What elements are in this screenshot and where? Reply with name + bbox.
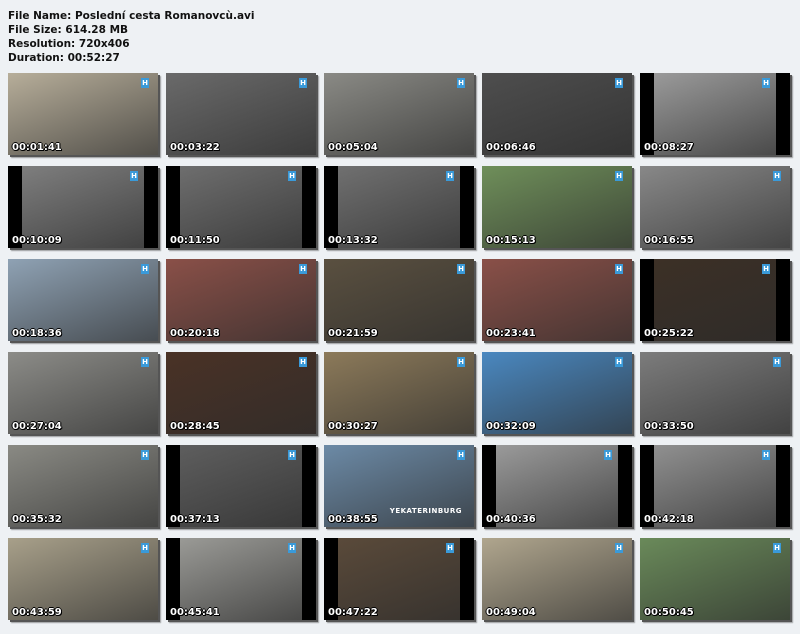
thumbnail[interactable]: H 00:33:50	[640, 352, 790, 434]
channel-logo-icon: H	[457, 264, 465, 274]
thumbnail[interactable]: H 00:01:41	[8, 73, 158, 155]
timestamp-label: 00:21:59	[328, 328, 378, 339]
channel-logo-icon: H	[288, 543, 296, 553]
thumbnail[interactable]: H 00:42:18	[640, 445, 790, 527]
thumbnail[interactable]: H 00:10:09	[8, 166, 158, 248]
channel-logo-icon: H	[773, 357, 781, 367]
timestamp-label: 00:01:41	[12, 142, 62, 153]
timestamp-label: 00:32:09	[486, 421, 536, 432]
thumbnail[interactable]: H 00:37:13	[166, 445, 316, 527]
channel-logo-icon: H	[446, 171, 454, 181]
channel-logo-icon: H	[141, 264, 149, 274]
thumbnail[interactable]: H 00:43:59	[8, 538, 158, 620]
channel-logo-icon: H	[615, 78, 623, 88]
timestamp-label: 00:20:18	[170, 328, 220, 339]
thumbnail[interactable]: H 00:30:27	[324, 352, 474, 434]
channel-logo-icon: H	[299, 264, 307, 274]
channel-logo-icon: H	[457, 357, 465, 367]
channel-logo-icon: H	[615, 543, 623, 553]
channel-logo-icon: H	[299, 78, 307, 88]
channel-logo-icon: H	[762, 450, 770, 460]
thumbnail[interactable]: H 00:20:18	[166, 259, 316, 341]
channel-logo-icon: H	[773, 171, 781, 181]
channel-logo-icon: H	[457, 450, 465, 460]
channel-logo-icon: H	[762, 78, 770, 88]
thumbnail[interactable]: H 00:13:32	[324, 166, 474, 248]
channel-logo-icon: H	[615, 264, 623, 274]
channel-logo-icon: H	[299, 357, 307, 367]
thumbnail[interactable]: H 00:21:59	[324, 259, 474, 341]
timestamp-label: 00:15:13	[486, 235, 536, 246]
timestamp-label: 00:43:59	[12, 607, 62, 618]
timestamp-label: 00:42:18	[644, 514, 694, 525]
channel-logo-icon: H	[762, 264, 770, 274]
thumbnail[interactable]: H 00:50:45	[640, 538, 790, 620]
thumbnail[interactable]: H 00:18:36	[8, 259, 158, 341]
timestamp-label: 00:35:32	[12, 514, 62, 525]
timestamp-label: 00:23:41	[486, 328, 536, 339]
duration: Duration: 00:52:27	[8, 52, 120, 64]
timestamp-label: 00:49:04	[486, 607, 536, 618]
thumbnail[interactable]: H 00:16:55	[640, 166, 790, 248]
timestamp-label: 00:30:27	[328, 421, 378, 432]
thumbnail-caption: YEKATERINBURG	[389, 507, 462, 515]
timestamp-label: 00:47:22	[328, 607, 378, 618]
timestamp-label: 00:08:27	[644, 142, 694, 153]
timestamp-label: 00:25:22	[644, 328, 694, 339]
thumbnail[interactable]: H 00:11:50	[166, 166, 316, 248]
thumbnail[interactable]: H 00:49:04	[482, 538, 632, 620]
thumbnail[interactable]: H 00:25:22	[640, 259, 790, 341]
thumbnail[interactable]: H 00:27:04	[8, 352, 158, 434]
timestamp-label: 00:45:41	[170, 607, 220, 618]
channel-logo-icon: H	[446, 543, 454, 553]
thumbnail[interactable]: H 00:35:32	[8, 445, 158, 527]
thumbnail[interactable]: H 00:32:09	[482, 352, 632, 434]
channel-logo-icon: H	[604, 450, 612, 460]
timestamp-label: 00:28:45	[170, 421, 220, 432]
timestamp-label: 00:40:36	[486, 514, 536, 525]
thumbnail[interactable]: H 00:28:45	[166, 352, 316, 434]
channel-logo-icon: H	[141, 78, 149, 88]
thumbnail[interactable]: H 00:47:22	[324, 538, 474, 620]
file-name: File Name: Poslední cesta Romanovcù.avi	[8, 10, 255, 22]
channel-logo-icon: H	[457, 78, 465, 88]
channel-logo-icon: H	[141, 357, 149, 367]
channel-logo-icon: H	[288, 450, 296, 460]
timestamp-label: 00:03:22	[170, 142, 220, 153]
channel-logo-icon: H	[773, 543, 781, 553]
thumbnail[interactable]: H 00:03:22	[166, 73, 316, 155]
thumbnail[interactable]: H 00:23:41	[482, 259, 632, 341]
thumbnail[interactable]: H 00:15:13	[482, 166, 632, 248]
channel-logo-icon: H	[130, 171, 138, 181]
channel-logo-icon: H	[615, 357, 623, 367]
channel-logo-icon: H	[288, 171, 296, 181]
timestamp-label: 00:16:55	[644, 235, 694, 246]
channel-logo-icon: H	[615, 171, 623, 181]
resolution: Resolution: 720x406	[8, 38, 130, 50]
timestamp-label: 00:05:04	[328, 142, 378, 153]
thumbnail[interactable]: H YEKATERINBURG 00:38:55	[324, 445, 474, 527]
thumbnail[interactable]: H 00:45:41	[166, 538, 316, 620]
timestamp-label: 00:38:55	[328, 514, 378, 525]
thumbnail[interactable]: H 00:06:46	[482, 73, 632, 155]
thumbnail[interactable]: H 00:08:27	[640, 73, 790, 155]
timestamp-label: 00:13:32	[328, 235, 378, 246]
timestamp-label: 00:37:13	[170, 514, 220, 525]
timestamp-label: 00:06:46	[486, 142, 536, 153]
thumbnail[interactable]: H 00:40:36	[482, 445, 632, 527]
channel-logo-icon: H	[141, 543, 149, 553]
file-size: File Size: 614.28 MB	[8, 24, 129, 36]
timestamp-label: 00:50:45	[644, 607, 694, 618]
timestamp-label: 00:27:04	[12, 421, 62, 432]
timestamp-label: 00:33:50	[644, 421, 694, 432]
file-info-header: File Name: Poslední cesta Romanovcù.avi …	[8, 9, 255, 65]
channel-logo-icon: H	[141, 450, 149, 460]
timestamp-label: 00:18:36	[12, 328, 62, 339]
timestamp-label: 00:11:50	[170, 235, 220, 246]
timestamp-label: 00:10:09	[12, 235, 62, 246]
thumbnail-grid: H 00:01:41 H 00:03:22 H 00:05:04 H 00:06:46 H 00:…	[8, 73, 790, 620]
thumbnail[interactable]: H 00:05:04	[324, 73, 474, 155]
